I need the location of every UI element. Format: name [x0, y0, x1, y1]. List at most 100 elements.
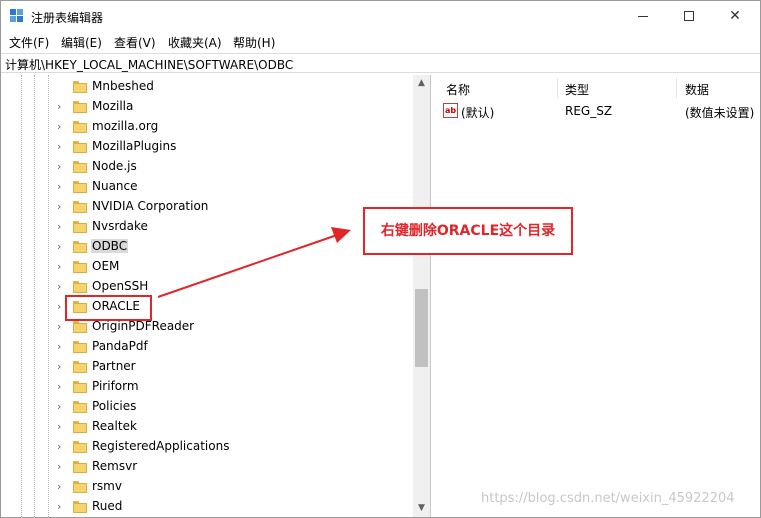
folder-icon — [73, 361, 87, 373]
value-data: (数值未设置) — [685, 106, 755, 120]
scroll-up-icon[interactable]: ▲ — [413, 75, 430, 92]
tree-item-label: Mnbeshed — [92, 79, 154, 93]
tree-item-label: Piriform — [92, 379, 139, 393]
registry-editor-window: 注册表编辑器 ✕ 文件(F) 编辑(E) 查看(V) 收藏夹(A) 帮助(H) … — [0, 0, 761, 518]
folder-icon — [73, 241, 87, 253]
scrollbar-thumb[interactable] — [415, 289, 428, 367]
expand-chevron-icon[interactable]: › — [57, 100, 69, 114]
tree-item-label: NVIDIA Corporation — [92, 199, 209, 213]
scroll-down-icon[interactable]: ▼ — [413, 500, 430, 517]
tree-item-label: Nvsrdake — [92, 219, 148, 233]
tree-guide-line — [21, 75, 22, 517]
menu-bar: 文件(F) 编辑(E) 查看(V) 收藏夹(A) 帮助(H) — [1, 31, 760, 51]
tree-item[interactable]: › ODBC — [1, 237, 413, 257]
tree-item[interactable]: › Node.js — [1, 157, 413, 177]
close-button[interactable]: ✕ — [712, 1, 758, 31]
expand-chevron-icon[interactable]: › — [57, 120, 69, 134]
annotation-callout: 右键删除ORACLE这个目录 — [363, 207, 573, 255]
menu-view[interactable]: 查看(V) — [114, 34, 156, 51]
tree-item-label: mozilla.org — [92, 119, 159, 133]
tree-item[interactable]: › RegisteredApplications — [1, 437, 413, 457]
maximize-button[interactable] — [666, 1, 712, 31]
value-type: REG_SZ — [565, 104, 613, 118]
tree-item[interactable]: Mnbeshed — [1, 77, 413, 97]
values-pane: 名称 类型 数据 ab (默认) REG_SZ (数值未设置) — [438, 75, 760, 517]
menu-edit[interactable]: 编辑(E) — [61, 34, 102, 51]
oracle-highlight-box — [65, 295, 152, 321]
tree-item-label: rsmv — [92, 479, 122, 493]
tree-item[interactable]: › PandaPdf — [1, 337, 413, 357]
column-separator[interactable] — [676, 78, 677, 98]
tree-item[interactable]: › Nuance — [1, 177, 413, 197]
expand-chevron-icon[interactable]: › — [57, 280, 69, 294]
tree-item-label: OpenSSH — [92, 279, 149, 293]
tree-item-label: MozillaPlugins — [92, 139, 177, 153]
tree-item[interactable]: › mozilla.org — [1, 117, 413, 137]
expand-chevron-icon[interactable]: › — [57, 140, 69, 154]
folder-icon — [73, 321, 87, 333]
folder-icon — [73, 181, 87, 193]
folder-icon — [73, 161, 87, 173]
tree-item-label: ODBC — [91, 239, 129, 253]
expand-chevron-icon[interactable]: › — [57, 460, 69, 474]
column-separator[interactable] — [557, 78, 558, 98]
folder-icon — [73, 381, 87, 393]
address-bar[interactable]: 计算机\HKEY_LOCAL_MACHINE\SOFTWARE\ODBC — [1, 53, 760, 73]
folder-icon — [73, 221, 87, 233]
tree-item[interactable]: › rsmv — [1, 477, 413, 497]
expand-chevron-icon[interactable]: › — [57, 160, 69, 174]
tree-item[interactable]: › OriginPDFReader — [1, 317, 413, 337]
expand-chevron-icon[interactable]: › — [57, 260, 69, 274]
tree-item[interactable]: › Piriform — [1, 377, 413, 397]
expand-chevron-icon[interactable]: › — [57, 380, 69, 394]
folder-icon — [73, 281, 87, 293]
expand-chevron-icon[interactable]: › — [57, 440, 69, 454]
tree-item-label: PandaPdf — [92, 339, 148, 353]
tree-item-label: OriginPDFReader — [92, 319, 195, 333]
column-header-name[interactable]: 名称 — [446, 81, 470, 98]
tree-item-label: Nuance — [92, 179, 138, 193]
folder-icon — [73, 461, 87, 473]
folder-icon — [73, 441, 87, 453]
tree-item-label: Realtek — [92, 419, 137, 433]
tree-scrollbar[interactable]: ▲ ▼ — [413, 75, 430, 517]
expand-chevron-icon[interactable]: › — [57, 480, 69, 494]
tree-item[interactable]: › NVIDIA Corporation — [1, 197, 413, 217]
menu-favorites[interactable]: 收藏夹(A) — [168, 34, 222, 51]
expand-chevron-icon[interactable]: › — [57, 200, 69, 214]
close-icon: ✕ — [729, 8, 741, 24]
tree-item-label: Node.js — [92, 159, 137, 173]
tree-item[interactable]: › MozillaPlugins — [1, 137, 413, 157]
expand-chevron-icon[interactable]: › — [57, 220, 69, 234]
tree-item[interactable]: › Remsvr — [1, 457, 413, 477]
folder-icon — [73, 481, 87, 493]
menu-help[interactable]: 帮助(H) — [233, 34, 275, 51]
tree-item[interactable]: › Policies — [1, 397, 413, 417]
expand-chevron-icon[interactable]: › — [57, 180, 69, 194]
tree-item[interactable]: › Nvsrdake — [1, 217, 413, 237]
title-bar: 注册表编辑器 ✕ — [1, 1, 760, 31]
expand-chevron-icon[interactable]: › — [57, 400, 69, 414]
expand-chevron-icon[interactable]: › — [57, 240, 69, 254]
expand-chevron-icon[interactable]: › — [57, 420, 69, 434]
tree-item-label: Mozilla — [92, 99, 134, 113]
tree-item[interactable]: › ORACLE — [1, 297, 413, 317]
tree-item[interactable]: › Rued — [1, 497, 413, 517]
tree-item[interactable]: › Mozilla — [1, 97, 413, 117]
tree-item[interactable]: › OEM — [1, 257, 413, 277]
column-header-type[interactable]: 类型 — [565, 81, 589, 98]
column-header-data[interactable]: 数据 — [685, 81, 709, 98]
tree-item[interactable]: › Realtek — [1, 417, 413, 437]
maximize-icon — [684, 11, 694, 21]
expand-chevron-icon[interactable]: › — [57, 320, 69, 334]
menu-file[interactable]: 文件(F) — [9, 34, 49, 51]
folder-icon — [73, 401, 87, 413]
folder-icon — [73, 121, 87, 133]
tree-item[interactable]: › OpenSSH — [1, 277, 413, 297]
minimize-button[interactable] — [620, 1, 666, 31]
expand-chevron-icon[interactable]: › — [57, 500, 69, 514]
tree-item-label: RegisteredApplications — [92, 439, 230, 453]
tree-item[interactable]: › Partner — [1, 357, 413, 377]
expand-chevron-icon[interactable]: › — [57, 360, 69, 374]
expand-chevron-icon[interactable]: › — [57, 340, 69, 354]
